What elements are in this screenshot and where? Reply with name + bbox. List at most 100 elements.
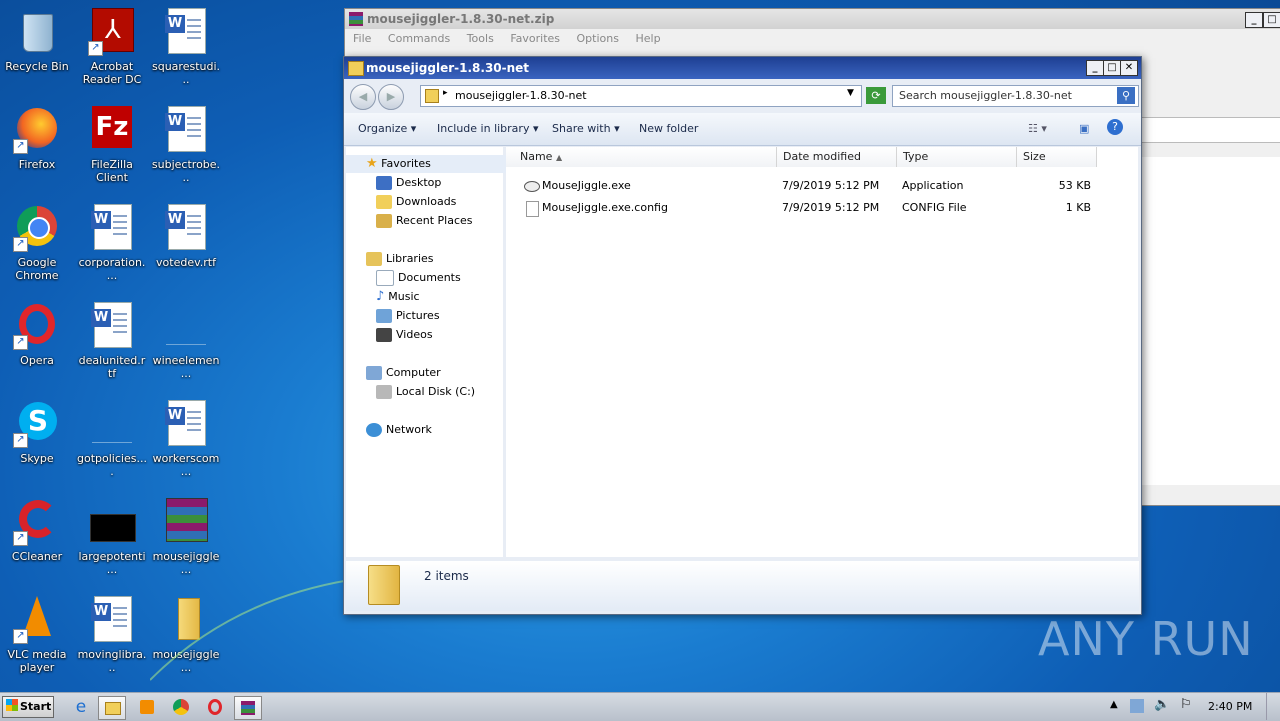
taskbar-opera-icon[interactable]: [202, 696, 228, 718]
breadcrumb[interactable]: mousejiggler-1.8.30-net: [455, 89, 587, 102]
taskbar-chrome-icon[interactable]: [168, 696, 194, 718]
view-options-icon[interactable]: ☷ ▾: [1028, 122, 1047, 135]
desktop-icon-squarestudi[interactable]: W squarestudi...: [149, 4, 223, 94]
column-header-size[interactable]: Size: [1017, 147, 1097, 167]
file-date: 7/9/2019 5:12 PM: [782, 201, 880, 214]
filezilla-icon: Fz: [88, 106, 136, 154]
desktop-icon-skype[interactable]: S ↗ Skype: [0, 396, 74, 486]
desktop-icon-wineelemen[interactable]: wineelemen...: [149, 298, 223, 388]
taskbar-clock[interactable]: 2:40 PM: [1208, 700, 1252, 713]
desktop-icon-filezilla[interactable]: Fz FileZilla Client: [75, 102, 149, 192]
nav-computer[interactable]: Computer: [346, 364, 523, 382]
start-button[interactable]: Start: [2, 696, 54, 718]
refresh-button[interactable]: ⟳: [866, 87, 886, 104]
desktop-icon-votedev[interactable]: W votedev.rtf: [149, 200, 223, 290]
nav-downloads[interactable]: Downloads: [346, 193, 533, 211]
windows-logo-icon: [6, 699, 18, 711]
include-in-library-button[interactable]: Include in library ▾: [437, 122, 538, 135]
column-header-date[interactable]: Date modified: [777, 147, 897, 167]
taskbar-media-player-icon[interactable]: [134, 696, 160, 718]
libraries-icon: [366, 252, 382, 266]
taskbar-winrar-icon[interactable]: [234, 696, 262, 720]
desktop-icon-movinglibra[interactable]: W movinglibra...: [75, 592, 149, 682]
desktop-icon-corporation[interactable]: W corporation....: [75, 200, 149, 290]
archive-minimize-button[interactable]: _: [1245, 12, 1263, 28]
word-doc-icon: W: [162, 8, 210, 56]
file-size: 53 KB: [1058, 179, 1091, 192]
search-placeholder: Search mousejiggler-1.8.30-net: [899, 89, 1072, 102]
forward-button[interactable]: ▶: [378, 84, 404, 110]
desktop-icon-workerscom[interactable]: W workerscom...: [149, 396, 223, 486]
folder-icon: [368, 565, 400, 605]
close-button[interactable]: ✕: [1120, 60, 1138, 76]
menu-file[interactable]: File: [353, 32, 371, 45]
file-row[interactable]: MouseJiggle.exe.config 7/9/2019 5:12 PM …: [506, 198, 1138, 218]
desktop-icon-acrobat[interactable]: ⅄ ↗ Acrobat Reader DC: [75, 4, 149, 94]
desktop-icon-ccleaner[interactable]: ↗ CCleaner: [0, 494, 74, 584]
preview-pane-icon[interactable]: ▣: [1079, 122, 1089, 135]
wallpaper-curve: [150, 579, 350, 681]
computer-icon: [366, 366, 382, 380]
column-header-type[interactable]: Type: [897, 147, 1017, 167]
desktop-icon-subjectrobe[interactable]: W subjectrobe...: [149, 102, 223, 192]
local-disk-icon: [376, 385, 392, 399]
share-with-button[interactable]: Share with ▾: [552, 122, 620, 135]
explorer-window[interactable]: mousejiggler-1.8.30-net _ □ ✕ ◀ ▶ ▸ mous…: [343, 56, 1142, 615]
network-icon: [366, 423, 382, 437]
menu-options[interactable]: Options: [577, 32, 619, 45]
desktop-icon-opera[interactable]: ↗ Opera: [0, 298, 74, 388]
folder-icon: [348, 61, 364, 76]
help-icon[interactable]: ?: [1107, 119, 1123, 135]
taskbar-ie-icon[interactable]: e: [68, 696, 94, 718]
tray-chevron-icon[interactable]: ▲: [1110, 699, 1118, 710]
tray-network-icon[interactable]: [1130, 699, 1144, 713]
new-folder-button[interactable]: New folder: [639, 122, 698, 135]
desktop-icon-gotpolicies[interactable]: gotpolicies....: [75, 396, 149, 486]
column-header-name[interactable]: Name ▲: [506, 147, 777, 167]
address-bar[interactable]: ▸ mousejiggler-1.8.30-net ▼: [420, 85, 862, 107]
nav-libraries[interactable]: Libraries: [346, 250, 523, 268]
organize-button[interactable]: Organize ▾: [358, 122, 416, 135]
desktop-icon-largepotenti[interactable]: largepotenti...: [75, 494, 149, 584]
nav-favorites[interactable]: ★ Favorites: [346, 155, 523, 173]
chevron-down-icon[interactable]: ▼: [847, 88, 854, 98]
menu-commands[interactable]: Commands: [388, 32, 450, 45]
recycle-bin-icon: [13, 8, 61, 56]
desktop-icon-recycle-bin[interactable]: Recycle Bin: [0, 4, 74, 94]
breadcrumb-chevron-icon[interactable]: ▸: [443, 88, 448, 98]
file-type: CONFIG File: [902, 201, 967, 214]
taskbar-explorer-icon[interactable]: [98, 696, 126, 720]
nav-music[interactable]: ♪ Music: [346, 288, 533, 306]
nav-local-disk[interactable]: Local Disk (C:): [346, 383, 533, 401]
desktop-icon-chrome[interactable]: ↗ Google Chrome: [0, 200, 74, 290]
pictures-icon: [376, 309, 392, 323]
back-button[interactable]: ◀: [350, 84, 376, 110]
nav-pictures[interactable]: Pictures: [346, 307, 533, 325]
nav-desktop[interactable]: Desktop: [346, 174, 533, 192]
tray-volume-icon[interactable]: 🔈: [1154, 697, 1170, 712]
minimize-button[interactable]: _: [1086, 60, 1104, 76]
nav-videos[interactable]: Videos: [346, 326, 533, 344]
nav-network[interactable]: Network: [346, 421, 523, 439]
menu-tools[interactable]: Tools: [467, 32, 494, 45]
skype-icon: S ↗: [13, 400, 61, 448]
recent-places-icon: [376, 214, 392, 228]
tray-flag-icon[interactable]: ⚐: [1180, 697, 1192, 712]
desktop-icon-firefox[interactable]: ↗ Firefox: [0, 102, 74, 192]
acrobat-icon: ⅄ ↗: [88, 8, 136, 56]
archive-maximize-button[interactable]: □: [1263, 12, 1280, 28]
chrome-icon: ↗: [13, 204, 61, 252]
desktop-icon-dealunited[interactable]: W dealunited.rtf: [75, 298, 149, 388]
search-icon[interactable]: ⚲: [1117, 87, 1135, 104]
maximize-button[interactable]: □: [1103, 60, 1121, 76]
menu-favorites[interactable]: Favorites: [510, 32, 560, 45]
nav-recent-places[interactable]: Recent Places: [346, 212, 533, 230]
menu-help[interactable]: Help: [635, 32, 660, 45]
show-desktop-button[interactable]: [1266, 693, 1279, 720]
file-row[interactable]: MouseJiggle.exe 7/9/2019 5:12 PM Applica…: [506, 176, 1138, 196]
nav-documents[interactable]: Documents: [346, 269, 533, 287]
folder-icon: [425, 89, 439, 103]
desktop-icon-vlc[interactable]: ↗ VLC media player: [0, 592, 74, 682]
archive-list-area: [1141, 117, 1280, 143]
search-input[interactable]: Search mousejiggler-1.8.30-net ⚲: [892, 85, 1139, 107]
